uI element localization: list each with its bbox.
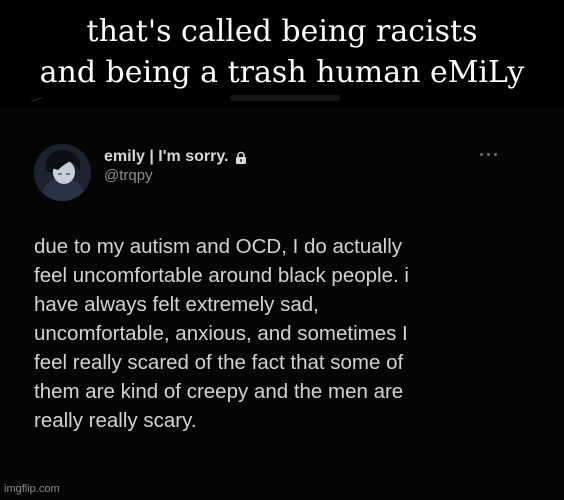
tweet-line: feel really scared of the fact that some… [34, 351, 404, 374]
avatar[interactable] [34, 144, 91, 201]
more-dot [479, 152, 483, 156]
display-name[interactable]: emily | I'm sorry. [104, 148, 228, 166]
tweet-line: have always felt extremely sad, [34, 293, 319, 316]
display-name-row: emily | I'm sorry. [104, 148, 248, 166]
watermark: imgflip.com [4, 483, 60, 495]
faded-header-text [230, 95, 340, 101]
avatar-image [34, 144, 91, 201]
tweet-card: emily | I'm sorry. @trqpy due to my auti… [0, 108, 564, 500]
tweet-line: feel uncomfortable around black people. … [34, 264, 409, 287]
tweet-line: really really scary. [34, 409, 197, 432]
more-dot [493, 152, 497, 156]
tweet-text: due to my autism and OCD, I do actually … [34, 232, 554, 435]
caption-line-2: and being a trash human eMiLy [39, 55, 525, 90]
tweet-line: due to my autism and OCD, I do actually [34, 235, 403, 258]
caption-line-1: that's called being racists [86, 14, 478, 49]
tweet-line: uncomfortable, anxious, and sometimes I [34, 322, 408, 345]
cropped-header [22, 92, 542, 106]
tweet-line: them are kind of creepy and the men are [34, 380, 404, 403]
back-arrow-icon[interactable] [29, 92, 43, 102]
more-dot [486, 152, 490, 156]
lock-icon [234, 150, 248, 164]
more-options-icon[interactable] [475, 148, 501, 160]
handle[interactable]: @trqpy [104, 167, 248, 184]
tweet-author: emily | I'm sorry. @trqpy [104, 148, 248, 184]
